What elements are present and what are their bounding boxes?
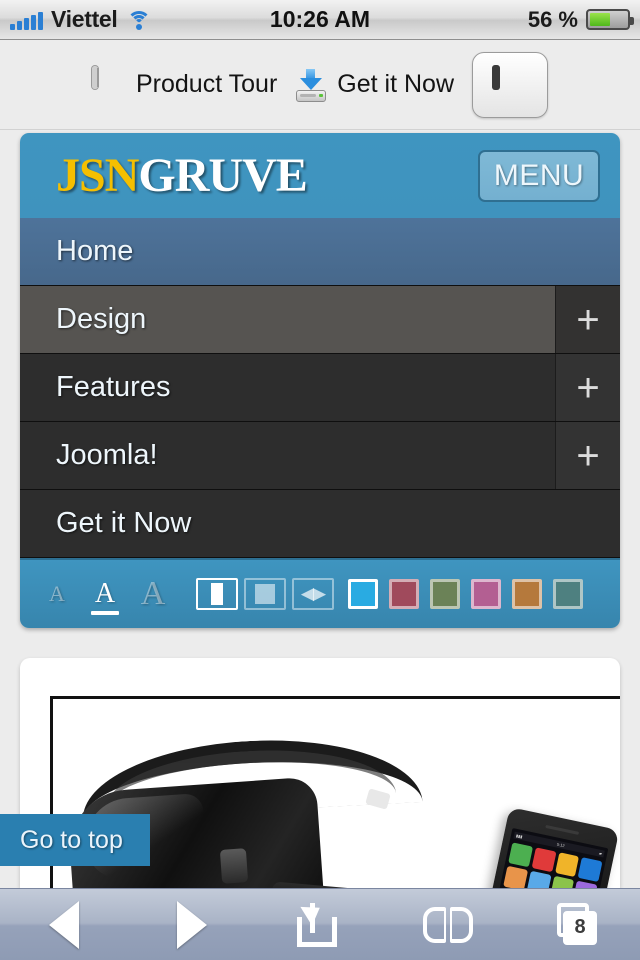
safari-bottom-toolbar: 8 <box>0 888 640 960</box>
forward-arrow-icon <box>177 900 207 949</box>
nav-item-label: Design <box>56 303 147 335</box>
nav-item-design[interactable]: Design + <box>20 286 620 354</box>
back-arrow-icon <box>49 900 79 949</box>
nav-item-joomla[interactable]: Joomla! + <box>20 422 620 490</box>
clock-label: 10:26 AM <box>269 6 371 32</box>
nav-item-label: Home <box>56 235 134 267</box>
layout-split-icon[interactable] <box>194 572 240 616</box>
jsn-template-card: JSNGRUVE MENU Home Design + Features + Joomla… <box>20 133 620 628</box>
monitor-icon <box>92 65 126 101</box>
go-to-top-button[interactable]: Go to top <box>0 814 150 866</box>
desktop-monitor-icon <box>492 64 528 101</box>
bookmarks-book-icon <box>423 906 473 943</box>
product-tour-link[interactable]: Product Tour <box>92 65 278 101</box>
nav-expand-plus-icon[interactable]: + <box>555 354 620 421</box>
color-swatch-red[interactable] <box>389 579 419 609</box>
page-toolbar: Product Tour Get it Now <box>0 40 640 130</box>
battery-icon <box>586 9 634 30</box>
nav-expand-plus-icon[interactable]: + <box>555 422 620 489</box>
back-button[interactable] <box>18 897 110 953</box>
forward-button[interactable] <box>146 897 238 953</box>
font-size-large-button[interactable]: A <box>130 572 176 616</box>
share-icon <box>297 897 343 947</box>
get-it-now-label: Get it Now <box>337 70 454 98</box>
share-button[interactable] <box>274 897 366 953</box>
site-header: JSNGRUVE MENU <box>20 133 620 218</box>
ios-status-bar: Viettel 10:26 AM 56 % <box>0 0 640 40</box>
font-size-medium-button[interactable]: A <box>82 572 128 616</box>
nav-item-label: Features <box>56 371 171 403</box>
nav-item-label: Joomla! <box>56 439 158 471</box>
mobile-safari-screen: Viettel 10:26 AM 56 % Product Tour Get i… <box>0 0 640 960</box>
layout-controls: ◀▶ <box>194 572 338 616</box>
color-swatch-green[interactable] <box>430 579 460 609</box>
smartphone-image: ▮▮▮ 5:12 ▰ <box>478 806 620 888</box>
nav-item-label: Get it Now <box>56 507 192 539</box>
logo-jsn: JSN <box>56 149 139 202</box>
nav-item-get-it-now[interactable]: Get it Now <box>20 490 620 558</box>
product-tour-label: Product Tour <box>136 70 278 98</box>
nav-item-home[interactable]: Home <box>20 218 620 286</box>
site-logo[interactable]: JSNGRUVE <box>56 148 308 203</box>
get-it-now-link[interactable]: Get it Now <box>295 68 454 102</box>
color-swatch-pink[interactable] <box>471 579 501 609</box>
color-swatch-teal[interactable] <box>553 579 583 609</box>
color-swatch-cyan[interactable] <box>348 579 378 609</box>
tabs-icon: 8 <box>553 902 599 947</box>
font-size-controls: AAA <box>34 572 178 616</box>
desktop-view-button[interactable] <box>472 51 548 118</box>
download-icon <box>295 68 327 102</box>
logo-gruve: GRUVE <box>138 149 307 202</box>
tabs-button[interactable]: 8 <box>530 897 622 953</box>
layout-wide-icon[interactable]: ◀▶ <box>290 572 336 616</box>
font-size-small-button[interactable]: A <box>34 572 80 616</box>
menu-button[interactable]: MENU <box>478 149 600 202</box>
nav-expand-plus-icon[interactable]: + <box>555 286 620 353</box>
color-swatches <box>348 579 583 609</box>
main-navigation: Home Design + Features + Joomla! + Get it Now <box>20 218 620 558</box>
font-size-letter: A <box>140 575 166 612</box>
layout-boxed-icon[interactable] <box>242 572 288 616</box>
template-tools-bar: AAA ◀▶ <box>20 558 620 628</box>
color-swatch-orange[interactable] <box>512 579 542 609</box>
tab-count-label: 8 <box>574 916 586 938</box>
bookmarks-button[interactable] <box>402 897 494 953</box>
font-size-letter: A <box>49 581 65 606</box>
font-size-letter: A <box>94 578 116 609</box>
nav-item-features[interactable]: Features + <box>20 354 620 422</box>
